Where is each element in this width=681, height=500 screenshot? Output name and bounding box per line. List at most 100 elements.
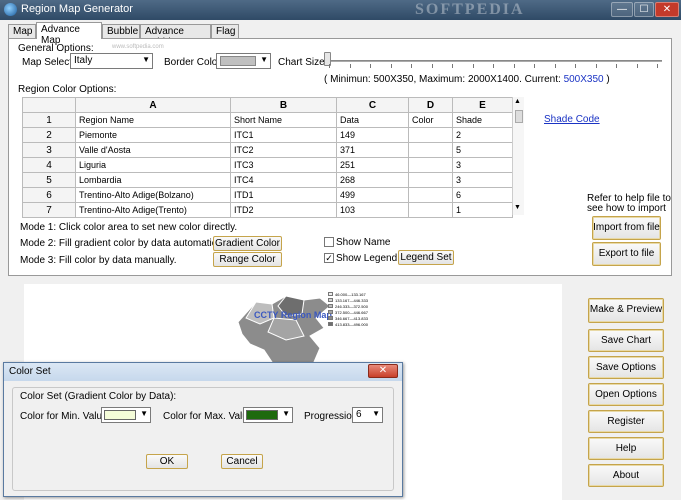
cell-data[interactable]: 499 (336, 187, 409, 203)
mode3-text: Mode 3: Fill color by data manually. (20, 255, 177, 266)
gradient-color-group (12, 387, 394, 491)
slider-tick (575, 64, 576, 68)
cell-color[interactable] (408, 202, 453, 218)
tab-advance-map[interactable]: Advance Map (36, 22, 102, 46)
ok-button[interactable]: OK (146, 454, 188, 469)
cell-data[interactable]: 149 (336, 127, 409, 143)
cell-data[interactable]: 268 (336, 172, 409, 188)
help-button[interactable]: Help (588, 437, 664, 460)
cell-color[interactable] (408, 142, 453, 158)
cell-short-name[interactable]: Short Name (230, 112, 337, 128)
column-header-c[interactable]: C (336, 97, 409, 113)
column-header-a[interactable]: A (75, 97, 231, 113)
cell-data[interactable]: 103 (336, 202, 409, 218)
slider-tick (657, 64, 658, 68)
cell-short-name[interactable]: ITC1 (230, 127, 337, 143)
tab-flag[interactable]: Flag (211, 24, 239, 39)
cell-short-name[interactable]: ITC4 (230, 172, 337, 188)
cell-region-name[interactable]: Trentino-Alto Adige(Trento) (75, 202, 231, 218)
cell-color[interactable] (408, 172, 453, 188)
max-color-picker[interactable]: ▼ (243, 407, 293, 423)
row-number[interactable]: 5 (22, 172, 76, 188)
cell-color[interactable] (408, 187, 453, 203)
table-row: 7 Trentino-Alto Adige(Trento) ITD2 103 1 (22, 202, 513, 218)
row-number[interactable]: 4 (22, 157, 76, 173)
legend-set-button[interactable]: Legend Set (398, 250, 454, 265)
save-options-button[interactable]: Save Options (588, 356, 664, 379)
cell-shade[interactable]: 6 (452, 187, 513, 203)
scroll-thumb[interactable] (515, 110, 523, 123)
cell-short-name[interactable]: ITD2 (230, 202, 337, 218)
region-data-table[interactable]: A B C D E 1 Region Name Short Name Data … (22, 97, 513, 218)
scroll-up-icon[interactable]: ▲ (514, 98, 521, 105)
cell-shade[interactable]: 5 (452, 142, 513, 158)
cell-shade[interactable]: 3 (452, 157, 513, 173)
cell-region-name[interactable]: Valle d'Aosta (75, 142, 231, 158)
row-number[interactable]: 3 (22, 142, 76, 158)
cell-color[interactable]: Color (408, 112, 453, 128)
show-legend-checkbox[interactable]: ✓ (324, 253, 334, 263)
column-header-d[interactable]: D (408, 97, 453, 113)
slider-tick (411, 64, 412, 68)
cell-short-name[interactable]: ITC2 (230, 142, 337, 158)
show-name-label: Show Name (336, 237, 391, 248)
scroll-down-icon[interactable]: ▼ (514, 204, 521, 211)
register-button[interactable]: Register (588, 410, 664, 433)
cell-data[interactable]: 371 (336, 142, 409, 158)
gradient-color-button[interactable]: Gradient Color (213, 236, 282, 251)
row-number[interactable]: 2 (22, 127, 76, 143)
row-number[interactable]: 6 (22, 187, 76, 203)
minimize-button[interactable]: — (611, 2, 633, 17)
shade-code-link[interactable]: Shade Code (544, 114, 600, 125)
min-color-picker[interactable]: ▼ (101, 407, 151, 423)
open-options-button[interactable]: Open Options (588, 383, 664, 406)
cell-shade[interactable]: 1 (452, 202, 513, 218)
cell-short-name[interactable]: ITC3 (230, 157, 337, 173)
row-number[interactable]: 1 (22, 112, 76, 128)
cell-region-name[interactable]: Trentino-Alto Adige(Bolzano) (75, 187, 231, 203)
maximize-button[interactable]: ☐ (634, 2, 654, 17)
column-header-b[interactable]: B (230, 97, 337, 113)
map-select-value: Italy (74, 55, 93, 66)
tab-advance-bubble[interactable]: Advance Bubble (140, 24, 211, 48)
export-to-file-button[interactable]: Export to file (592, 242, 661, 266)
cell-shade[interactable]: 3 (452, 172, 513, 188)
cell-region-name[interactable]: Piemonte (75, 127, 231, 143)
table-vertical-scrollbar[interactable]: ▲ ▼ (512, 97, 524, 215)
table-row: 5 Lombardia ITC4 268 3 (22, 172, 513, 188)
cancel-button[interactable]: Cancel (221, 454, 263, 469)
cell-color[interactable] (408, 157, 453, 173)
range-color-button[interactable]: Range Color (213, 252, 282, 267)
row-number[interactable]: 7 (22, 202, 76, 218)
table-row: 2 Piemonte ITC1 149 2 (22, 127, 513, 143)
border-color-picker[interactable]: ▼ (216, 53, 271, 69)
tab-map[interactable]: Map (8, 24, 36, 39)
close-button[interactable]: ✕ (655, 2, 679, 17)
tab-bubble[interactable]: Bubble (102, 24, 140, 39)
chevron-down-icon: ▼ (142, 55, 150, 64)
import-from-file-button[interactable]: Import from file (592, 216, 661, 240)
save-chart-button[interactable]: Save Chart (588, 329, 664, 352)
cell-shade[interactable]: 2 (452, 127, 513, 143)
about-button[interactable]: About (588, 464, 664, 487)
cell-region-name[interactable]: Liguria (75, 157, 231, 173)
cell-shade[interactable]: Shade (452, 112, 513, 128)
help-text-line2: see how to import (587, 203, 666, 214)
progression-dropdown[interactable]: 6 ▼ (352, 407, 383, 423)
italy-map-preview (237, 295, 331, 374)
map-select-dropdown[interactable]: Italy ▼ (70, 53, 153, 69)
column-header-e[interactable]: E (452, 97, 513, 113)
slider-tick (452, 64, 453, 68)
cell-short-name[interactable]: ITD1 (230, 187, 337, 203)
show-name-checkbox[interactable] (324, 237, 334, 247)
show-legend-label: Show Legend (336, 253, 398, 264)
cell-data[interactable]: Data (336, 112, 409, 128)
dialog-close-icon[interactable]: ✕ (368, 364, 398, 378)
softpedia-small-watermark: www.softpedia.com (112, 44, 164, 50)
cell-region-name[interactable]: Lombardia (75, 172, 231, 188)
cell-color[interactable] (408, 127, 453, 143)
cell-data[interactable]: 251 (336, 157, 409, 173)
cell-region-name[interactable]: Region Name (75, 112, 231, 128)
make-preview-button[interactable]: Make & Preview (588, 298, 664, 323)
chart-size-slider-track[interactable] (327, 60, 662, 62)
